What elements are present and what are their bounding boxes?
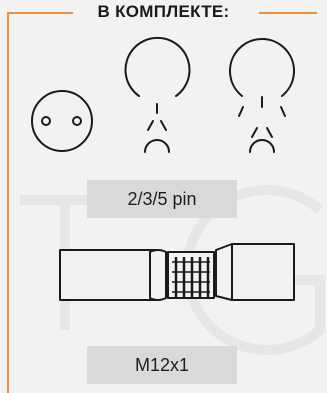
thread-label: M12x1 bbox=[87, 346, 237, 384]
socket-3-pin-icon bbox=[124, 36, 191, 153]
pins-label: 2/3/5 pin bbox=[87, 180, 237, 218]
kit-contents-panel: В КОМПЛЕКТЕ: 2/3/5 pin M12x1 bbox=[0, 0, 327, 393]
m12-connector-icon bbox=[59, 243, 295, 301]
socket-5-pin-icon bbox=[229, 38, 295, 153]
socket-2-pin-icon bbox=[31, 90, 93, 152]
